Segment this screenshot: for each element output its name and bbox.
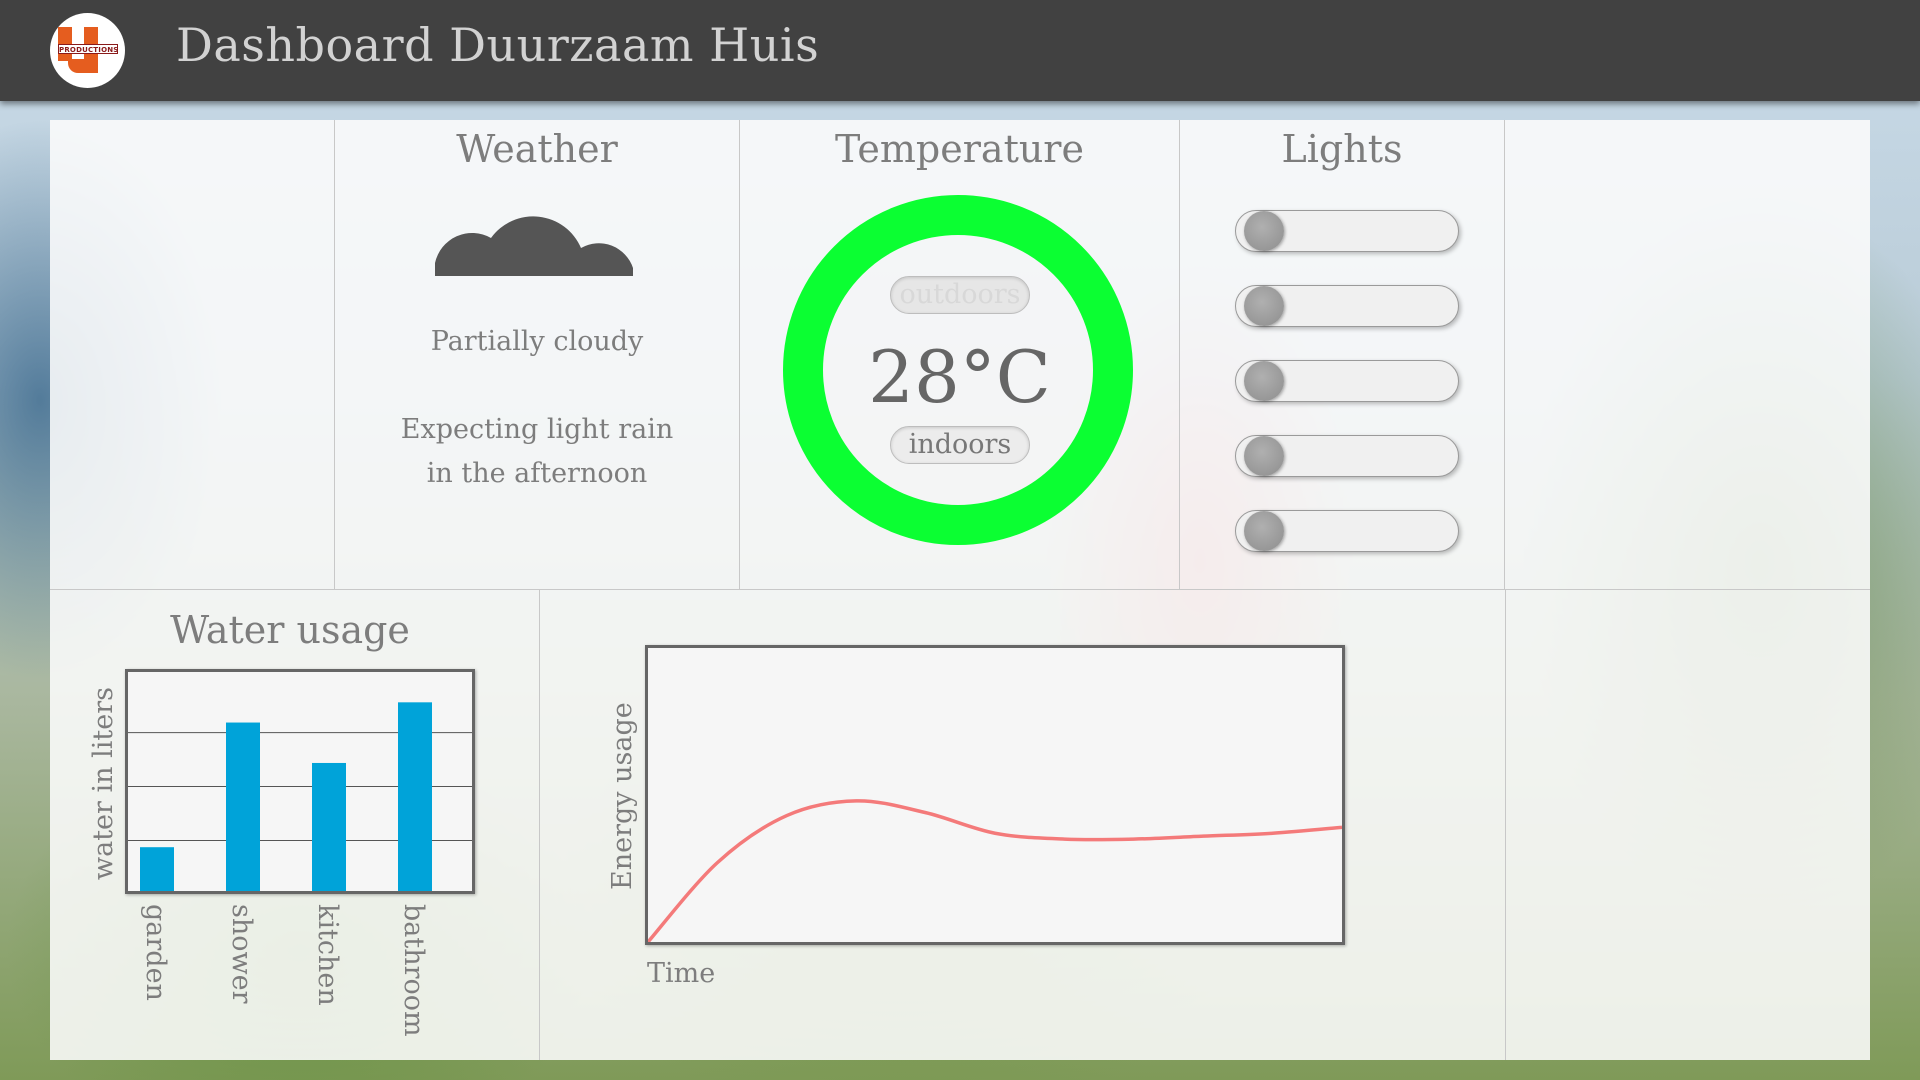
toggle-knob[interactable] bbox=[1244, 361, 1284, 401]
water-y-axis-label: water in liters bbox=[88, 687, 119, 880]
water-category-label: bathroom bbox=[398, 904, 429, 1037]
water-bar-garden bbox=[140, 847, 174, 891]
empty-cell-bottom-right bbox=[1505, 590, 1870, 1060]
temperature-title: Temperature bbox=[835, 127, 1084, 171]
toggle-knob[interactable] bbox=[1244, 286, 1284, 326]
empty-cell-left bbox=[50, 120, 335, 590]
lights-card: Lights bbox=[1180, 120, 1505, 590]
lights-title: Lights bbox=[1281, 127, 1403, 171]
water-chart bbox=[125, 669, 475, 894]
top-bar: PRODUCTIONS Dashboard Duurzaam Huis bbox=[0, 0, 1920, 101]
energy-y-axis-label: Energy usage bbox=[607, 702, 638, 890]
temperature-value: 28°C bbox=[868, 335, 1051, 419]
light-toggle-4[interactable] bbox=[1235, 435, 1459, 477]
page-title: Dashboard Duurzaam Huis bbox=[176, 18, 820, 72]
weather-condition: Partially cloudy bbox=[430, 326, 644, 357]
logo-text: PRODUCTIONS bbox=[58, 44, 119, 54]
water-usage-title: Water usage bbox=[170, 608, 410, 652]
energy-usage-card: Energy usage Time bbox=[540, 590, 1505, 1060]
temperature-card: Temperature outdoors 28°C indoors bbox=[740, 120, 1180, 590]
light-toggle-2[interactable] bbox=[1235, 285, 1459, 327]
light-toggle-5[interactable] bbox=[1235, 510, 1459, 552]
weather-forecast-line: Expecting light rain bbox=[400, 414, 674, 445]
energy-x-axis-label: Time bbox=[647, 958, 716, 989]
water-chart-plot bbox=[128, 702, 472, 891]
empty-cell-right bbox=[1505, 120, 1870, 590]
weather-title: Weather bbox=[456, 127, 618, 171]
water-category-label: shower bbox=[226, 904, 257, 1004]
toggle-knob[interactable] bbox=[1244, 211, 1284, 251]
water-bar-kitchen bbox=[312, 762, 346, 891]
logo: PRODUCTIONS bbox=[50, 13, 125, 88]
weather-forecast-line: in the afternoon bbox=[426, 458, 648, 489]
water-usage-card: Water usage water in liters garden shower… bbox=[50, 590, 540, 1060]
light-toggle-3[interactable] bbox=[1235, 360, 1459, 402]
cloud-icon bbox=[435, 216, 633, 276]
light-toggle-1[interactable] bbox=[1235, 210, 1459, 252]
water-bar-bathroom bbox=[398, 702, 432, 891]
toggle-knob[interactable] bbox=[1244, 436, 1284, 476]
outdoors-toggle-button[interactable]: outdoors bbox=[890, 276, 1030, 314]
logo-mark bbox=[68, 59, 98, 73]
energy-series-line bbox=[648, 799, 1342, 942]
water-category-label: garden bbox=[140, 904, 171, 1001]
toggle-knob[interactable] bbox=[1244, 511, 1284, 551]
dashboard-panel: Weather Partially cloudy Expecting light… bbox=[50, 120, 1870, 1060]
energy-chart bbox=[645, 645, 1345, 945]
indoors-toggle-button[interactable]: indoors bbox=[890, 426, 1030, 464]
water-category-label: kitchen bbox=[312, 904, 343, 1006]
weather-card: Weather Partially cloudy Expecting light… bbox=[335, 120, 740, 590]
energy-chart-plot bbox=[648, 799, 1342, 942]
water-bar-shower bbox=[226, 722, 260, 891]
